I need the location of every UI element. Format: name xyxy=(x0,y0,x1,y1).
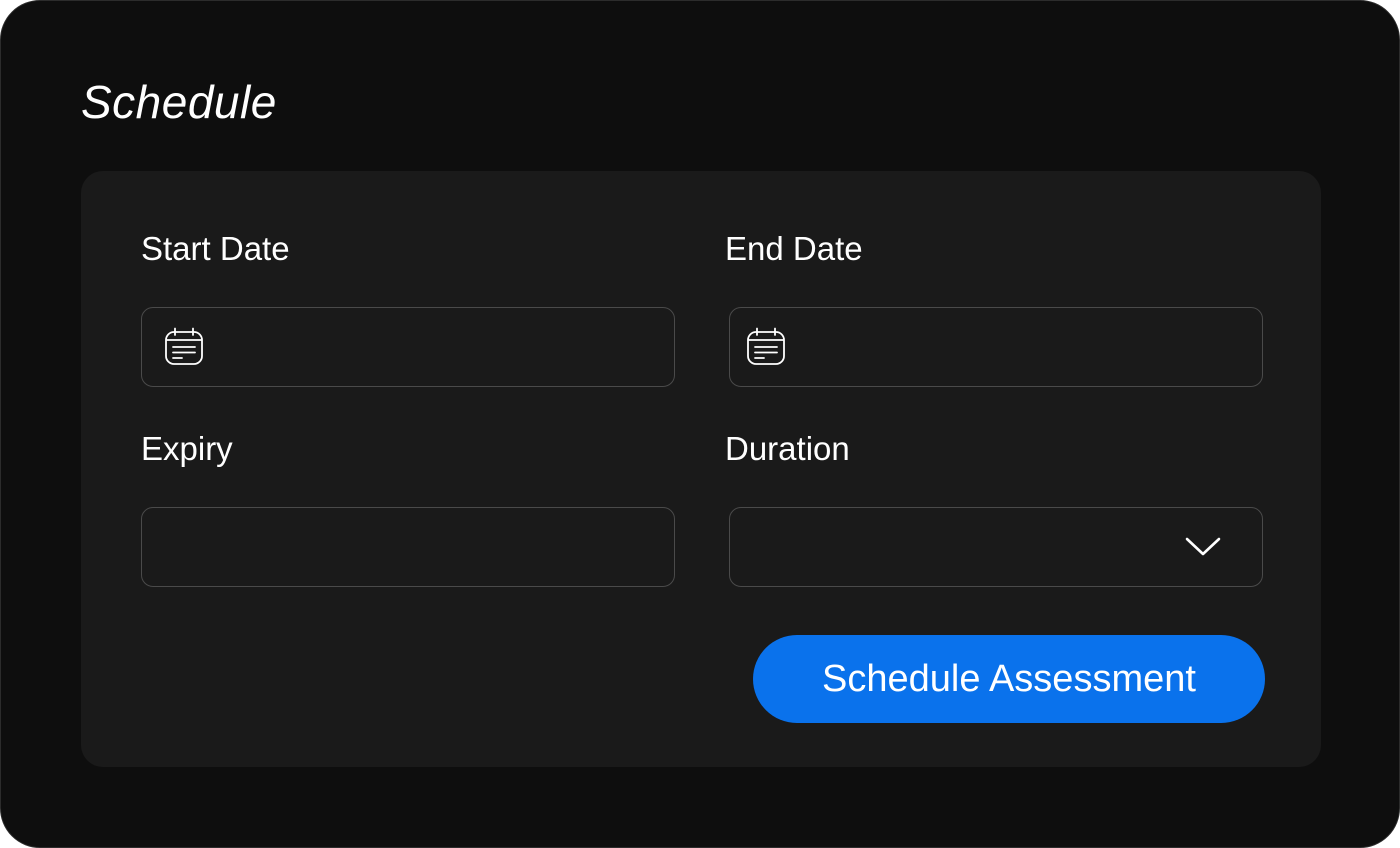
end-date-field: End Date xyxy=(725,229,1263,387)
start-date-input-box[interactable] xyxy=(141,307,675,387)
chevron-down-icon[interactable] xyxy=(1184,535,1222,559)
calendar-icon[interactable] xyxy=(164,327,204,367)
duration-field: Duration xyxy=(725,429,1263,587)
end-date-input[interactable] xyxy=(786,308,1262,386)
start-date-input[interactable] xyxy=(204,308,674,386)
schedule-assessment-button[interactable]: Schedule Assessment xyxy=(753,635,1265,723)
duration-label: Duration xyxy=(725,430,850,467)
end-date-input-box[interactable] xyxy=(729,307,1263,387)
page-title: Schedule xyxy=(81,76,277,128)
end-date-label: End Date xyxy=(725,230,863,267)
duration-select[interactable] xyxy=(729,507,1263,587)
schedule-window: Schedule Start Date End Date Expiry Dura… xyxy=(0,0,1400,848)
start-date-field: Start Date xyxy=(141,229,675,387)
expiry-field: Expiry xyxy=(141,429,675,587)
start-date-label: Start Date xyxy=(141,230,290,267)
expiry-label: Expiry xyxy=(141,430,233,467)
schedule-card: Start Date End Date Expiry Duration Sche… xyxy=(81,171,1321,767)
expiry-input[interactable] xyxy=(142,508,674,586)
calendar-icon[interactable] xyxy=(746,327,786,367)
expiry-input-box[interactable] xyxy=(141,507,675,587)
